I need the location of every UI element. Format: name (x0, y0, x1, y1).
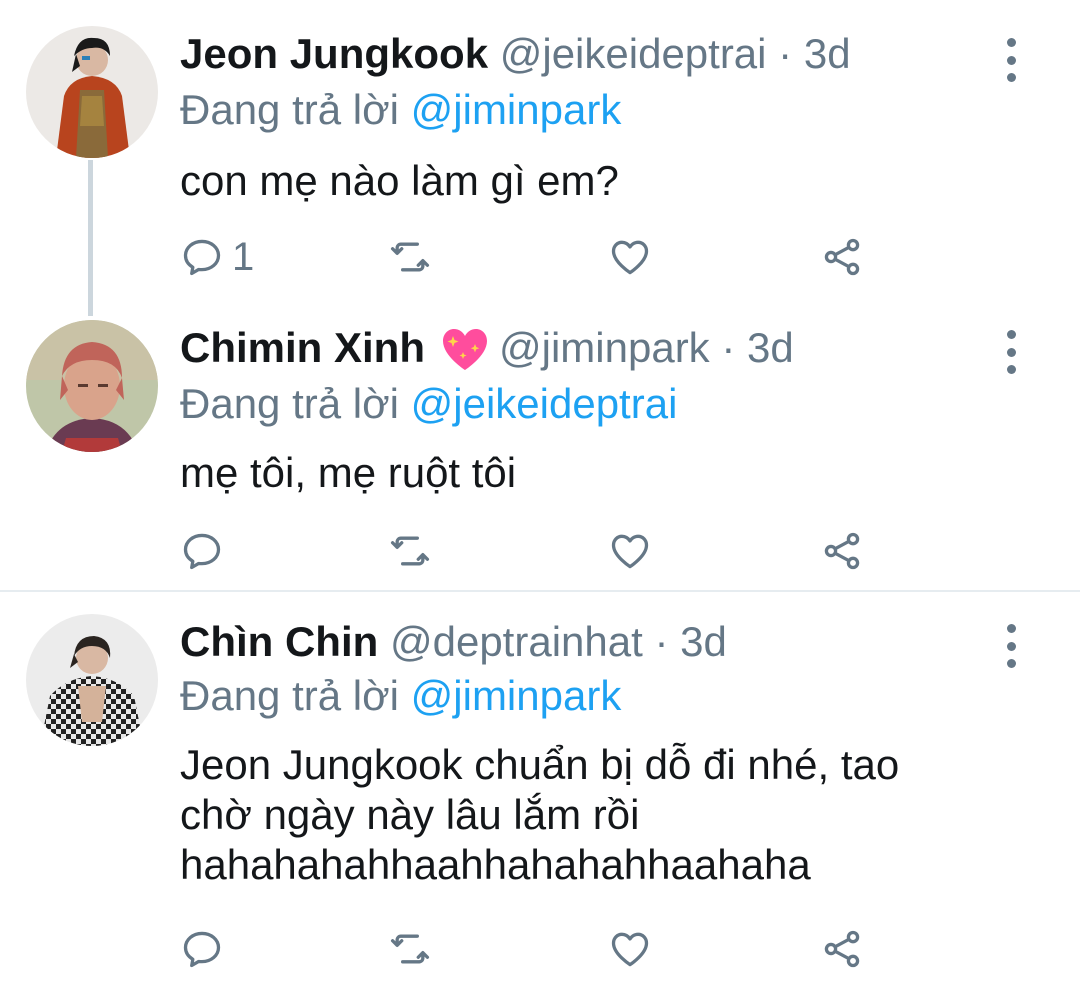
more-options-icon[interactable] (996, 624, 1026, 668)
replying-to-label: Đang trả lời (180, 86, 399, 133)
timestamp[interactable]: 3d (680, 618, 727, 665)
share-icon (824, 930, 860, 968)
tweet-text-line: con mẹ nào làm gì em? (180, 157, 619, 204)
retweet-button[interactable] (388, 232, 432, 282)
user-handle[interactable]: @jiminpark (499, 324, 710, 371)
retweet-icon (390, 536, 430, 566)
display-name[interactable]: Chimin Xinh (180, 324, 425, 371)
timestamp[interactable]: 3d (804, 30, 851, 77)
sparkling-heart-icon (443, 329, 487, 370)
heart-icon (611, 534, 649, 569)
action-bar: 1 (180, 232, 880, 282)
more-options-icon[interactable] (996, 38, 1026, 82)
like-button[interactable] (608, 924, 652, 974)
separator-dot: · (721, 324, 736, 371)
thread-connector-line (88, 160, 93, 316)
user-handle[interactable]: @deptrainhat (390, 618, 643, 665)
replying-to-label: Đang trả lời (180, 380, 399, 427)
like-button[interactable] (608, 232, 652, 282)
user-handle[interactable]: @jeikeideptrai (500, 30, 767, 77)
separator-dot: · (778, 30, 793, 77)
chimin-avatar-image (26, 320, 158, 452)
share-button[interactable] (820, 526, 864, 576)
reply-count: 1 (232, 234, 255, 279)
timestamp[interactable]: 3d (747, 324, 794, 371)
replying-to: Đang trả lời @jiminpark (180, 670, 621, 722)
heart-icon (611, 240, 649, 275)
tweet-text: con mẹ nào làm gì em? (180, 156, 619, 206)
share-icon (824, 238, 860, 276)
reply-icon (183, 239, 221, 276)
chin-avatar-image (26, 614, 158, 746)
reply-button[interactable] (180, 924, 224, 974)
more-options-icon[interactable] (996, 330, 1026, 374)
share-button[interactable] (820, 232, 864, 282)
separator-dot: · (654, 618, 669, 665)
avatar[interactable] (26, 320, 158, 452)
replying-to-mention[interactable]: @jiminpark (411, 86, 622, 133)
jungkook-avatar-image (26, 26, 158, 158)
tweet-text-line: mẹ tôi, mẹ ruột tôi (180, 449, 517, 496)
share-button[interactable] (820, 924, 864, 974)
retweet-button[interactable] (388, 924, 432, 974)
avatar[interactable] (26, 26, 158, 158)
tweet-text-line: chờ ngày này lâu lắm rồi (180, 791, 640, 838)
display-name[interactable]: Jeon Jungkook (180, 30, 488, 77)
retweet-icon (390, 242, 430, 272)
retweet-button[interactable] (388, 526, 432, 576)
tweet-text-line: Jeon Jungkook chuẩn bị dỗ đi nhé, tao (180, 741, 900, 788)
reply-icon (183, 931, 221, 968)
reply-button[interactable]: 1 (180, 232, 254, 282)
reply-button[interactable] (180, 526, 224, 576)
action-bar (180, 924, 880, 974)
reply-icon (183, 533, 221, 570)
replying-to-mention[interactable]: @jeikeideptrai (411, 380, 678, 427)
display-name[interactable]: Chìn Chin (180, 618, 378, 665)
avatar[interactable] (26, 614, 158, 746)
action-bar (180, 526, 880, 576)
tweet-text: Jeon Jungkook chuẩn bị dỗ đi nhé, tao ch… (180, 740, 899, 890)
share-icon (824, 532, 860, 570)
replying-to-label: Đang trả lời (180, 672, 399, 719)
heart-icon (611, 932, 649, 967)
replying-to-mention[interactable]: @jiminpark (411, 672, 622, 719)
tweet-text: mẹ tôi, mẹ ruột tôi (180, 448, 516, 498)
tweet-text-line: hahahahahhaahhahahahhaahaha (180, 841, 811, 888)
tweet-divider (0, 590, 1080, 592)
retweet-icon (390, 934, 430, 964)
replying-to: Đang trả lời @jeikeideptrai (180, 378, 677, 430)
replying-to: Đang trả lời @jiminpark (180, 84, 621, 136)
like-button[interactable] (608, 526, 652, 576)
